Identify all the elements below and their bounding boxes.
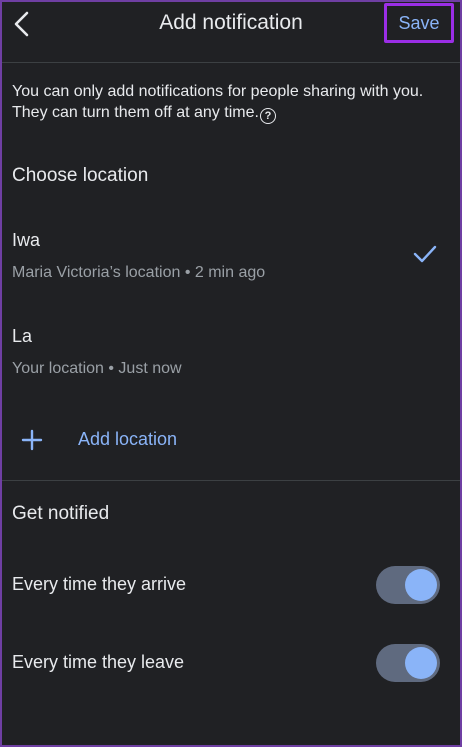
location-detail: Maria Victoria’s location • 2 min ago xyxy=(12,264,266,281)
leave-option-label: Every time they leave xyxy=(12,652,185,672)
header-divider xyxy=(0,62,462,63)
help-circle-icon[interactable]: ? xyxy=(259,108,276,124)
arrive-option-row: Every time they arrive xyxy=(0,560,462,610)
location-name: La xyxy=(12,326,33,346)
location-detail: Your location • Just now xyxy=(12,360,182,377)
save-button[interactable]: Save xyxy=(384,3,454,43)
arrive-toggle[interactable] xyxy=(376,566,440,604)
section-divider xyxy=(0,480,462,481)
location-name: Iwa xyxy=(12,230,41,250)
add-location-button[interactable]: Add location xyxy=(0,418,462,462)
leave-toggle[interactable] xyxy=(376,644,440,682)
get-notified-title: Get notified xyxy=(12,503,110,524)
toggle-knob xyxy=(405,647,437,679)
info-text: You can only add notifications for peopl… xyxy=(12,81,452,124)
plus-icon xyxy=(21,429,43,451)
arrive-option-label: Every time they arrive xyxy=(12,574,187,594)
leave-option-row: Every time they leave xyxy=(0,638,462,688)
info-message: You can only add notifications for peopl… xyxy=(12,83,424,121)
app-header: Add notification Save xyxy=(0,0,462,50)
choose-location-title: Choose location xyxy=(12,165,149,186)
checkmark-icon xyxy=(413,245,437,263)
add-location-label: Add location xyxy=(78,429,178,449)
toggle-knob xyxy=(405,569,437,601)
